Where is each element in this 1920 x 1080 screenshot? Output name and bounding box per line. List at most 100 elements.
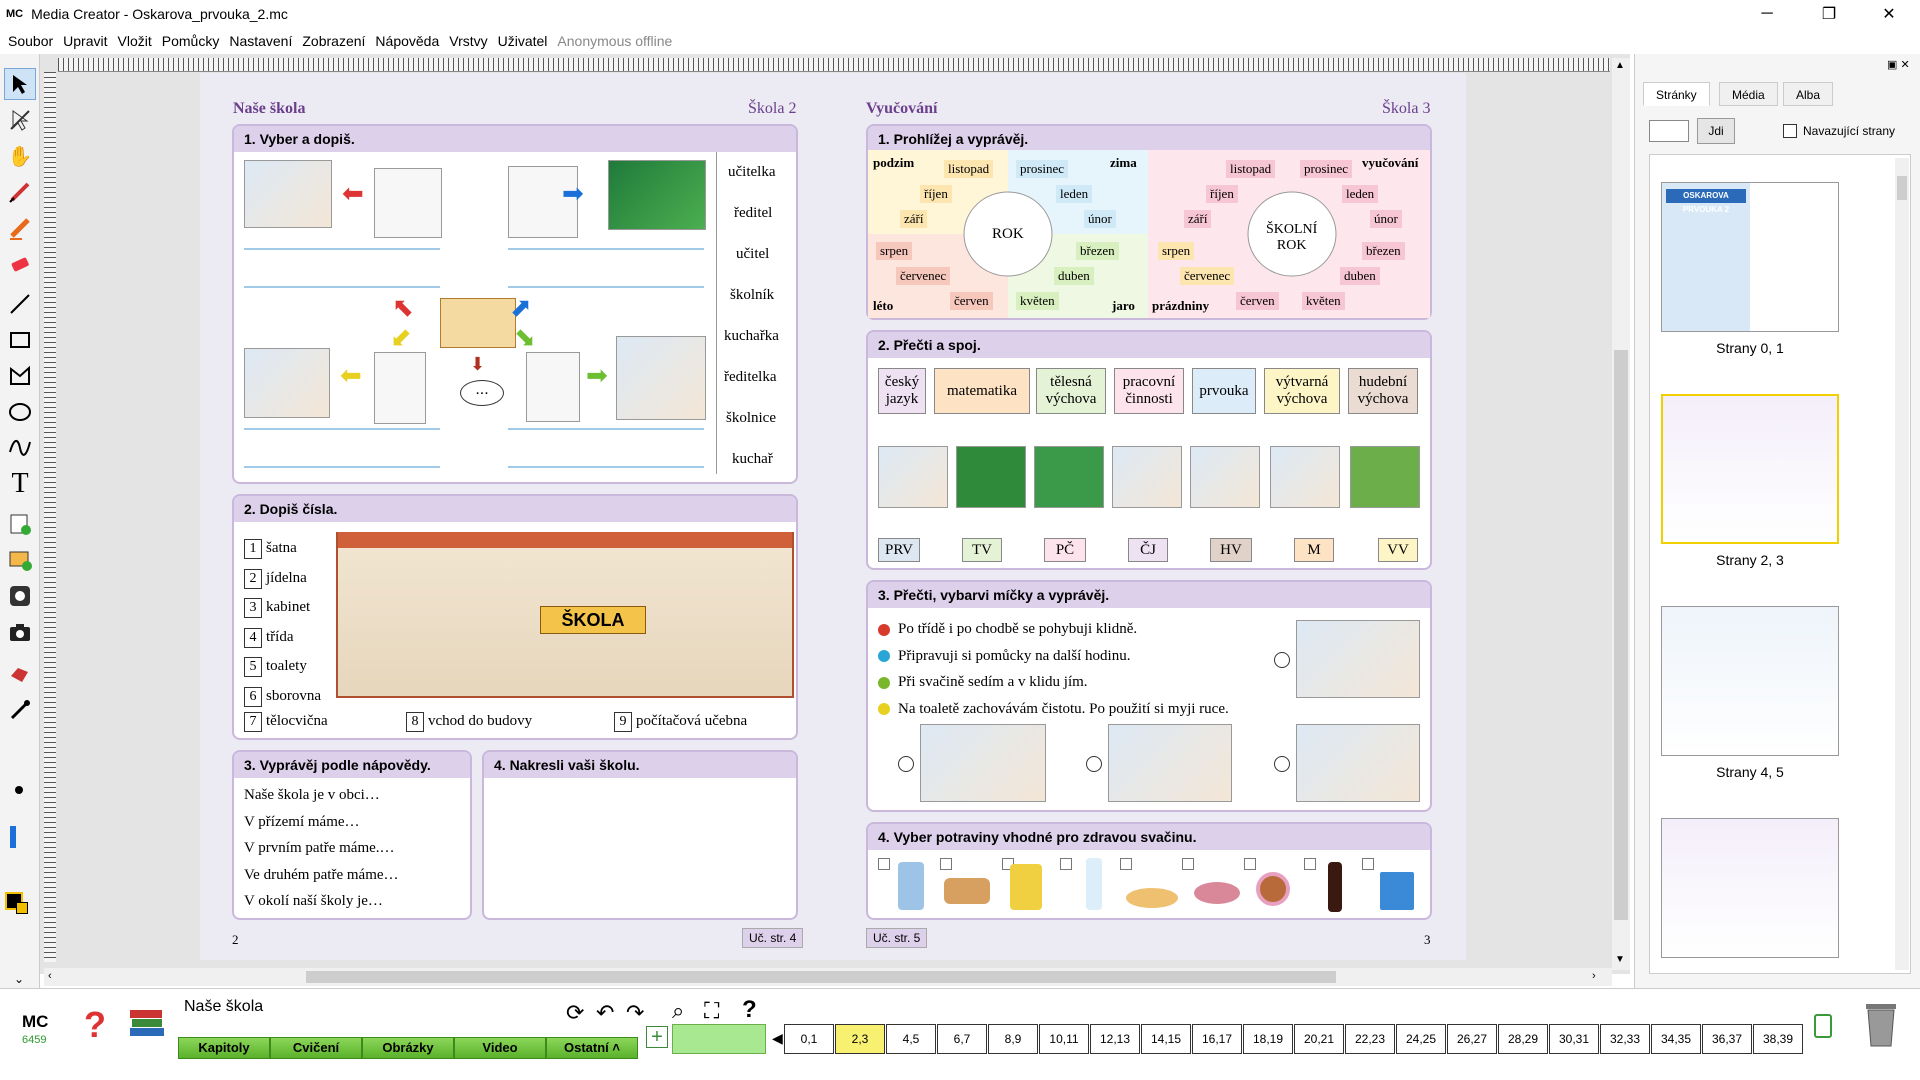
trash-icon[interactable]	[1862, 1000, 1900, 1048]
textbook-ref-left[interactable]: Uč. str. 4	[742, 928, 804, 948]
page-button[interactable]: 20,21	[1294, 1024, 1344, 1054]
scroll-left-icon[interactable]: ‹	[48, 970, 52, 982]
books-icon[interactable]	[128, 1004, 168, 1044]
spotlight-icon[interactable]	[4, 658, 36, 690]
abbr-card[interactable]: M	[1294, 538, 1334, 562]
page-button[interactable]: 16,17	[1192, 1024, 1242, 1054]
abbr-card[interactable]: HV	[1210, 538, 1252, 562]
secondary-color-swatch[interactable]	[16, 902, 28, 914]
undo-icon[interactable]: ↶	[596, 1000, 614, 1026]
page-thumbnail[interactable]: OSKAROVA PRVOUKA 2	[1661, 182, 1839, 332]
exercises-button[interactable]: Cvičení	[270, 1037, 362, 1059]
menu-uzivatel[interactable]: Uživatel	[498, 33, 548, 49]
food-checkbox[interactable]	[1120, 858, 1132, 870]
subject-card[interactable]: tělesná výchova	[1036, 368, 1106, 414]
media-icon[interactable]	[4, 580, 36, 612]
page-button[interactable]: 8,9	[988, 1024, 1038, 1054]
scroll-right-icon[interactable]: ›	[1592, 970, 1596, 982]
tab-pages[interactable]: Stránky	[1643, 82, 1710, 106]
opacity-slider[interactable]	[10, 826, 16, 848]
page-button[interactable]: 22,23	[1345, 1024, 1395, 1054]
abbr-card[interactable]: PRV	[878, 538, 920, 562]
page-button[interactable]: 34,35	[1651, 1024, 1701, 1054]
menu-soubor[interactable]: Soubor	[8, 33, 53, 49]
subject-card[interactable]: prvouka	[1192, 368, 1256, 414]
color-circle[interactable]	[1274, 756, 1290, 772]
horizontal-scroll-thumb[interactable]	[306, 971, 1336, 983]
rectangle-icon[interactable]	[4, 324, 36, 356]
continuous-checkbox[interactable]	[1783, 124, 1797, 138]
menu-napoveda[interactable]: Nápověda	[375, 33, 439, 49]
page-button[interactable]: 10,11	[1039, 1024, 1089, 1054]
abbr-card[interactable]: VV	[1378, 538, 1418, 562]
subject-card[interactable]: matematika	[934, 368, 1030, 414]
fullscreen-icon[interactable]: ⛶	[704, 998, 719, 1024]
go-button[interactable]: Jdi	[1697, 118, 1735, 144]
menu-vlozit[interactable]: Vložit	[118, 33, 152, 49]
page-button[interactable]: 6,7	[937, 1024, 987, 1054]
number-box[interactable]: 1	[244, 539, 262, 559]
page-thumbnail[interactable]	[1661, 606, 1839, 756]
food-checkbox[interactable]	[940, 858, 952, 870]
textbook-ref-right[interactable]: Uč. str. 5	[866, 928, 928, 948]
number-box[interactable]: 9	[614, 712, 632, 732]
color-circle[interactable]	[1086, 756, 1102, 772]
tab-albums[interactable]: Alba	[1783, 82, 1834, 106]
page-button[interactable]: 28,29	[1498, 1024, 1548, 1054]
help-question-icon[interactable]: ?	[72, 1004, 118, 1046]
abbr-card[interactable]: ČJ	[1128, 538, 1168, 562]
number-box[interactable]: 6	[244, 686, 262, 707]
eraser-icon[interactable]	[4, 248, 36, 280]
number-box[interactable]: 2	[244, 568, 262, 589]
menu-zobrazeni[interactable]: Zobrazení	[302, 33, 365, 49]
page-button[interactable]: 18,19	[1243, 1024, 1293, 1054]
number-box[interactable]: 7	[244, 712, 262, 732]
select-arrow-icon[interactable]	[4, 68, 36, 100]
text-icon[interactable]: T	[4, 468, 36, 500]
page-button[interactable]: 12,13	[1090, 1024, 1140, 1054]
number-box[interactable]: 8	[406, 712, 424, 732]
thumb-scroll-thumb[interactable]	[1897, 176, 1907, 200]
vertical-scroll-thumb[interactable]	[1614, 350, 1628, 920]
line-icon[interactable]	[4, 288, 36, 320]
thumb-scrollbar[interactable]	[1895, 158, 1909, 970]
page-button[interactable]: 30,31	[1549, 1024, 1599, 1054]
curve-icon[interactable]	[4, 432, 36, 464]
redo-icon[interactable]: ↷	[626, 1000, 644, 1026]
close-button[interactable]: ✕	[1866, 0, 1912, 28]
page-button[interactable]: 26,27	[1447, 1024, 1497, 1054]
polygon-icon[interactable]	[4, 360, 36, 392]
subject-card[interactable]: výtvarná výchova	[1264, 368, 1340, 414]
page-button[interactable]: 32,33	[1600, 1024, 1650, 1054]
color-circle[interactable]	[1274, 652, 1290, 668]
food-checkbox[interactable]	[1304, 858, 1316, 870]
hand-icon[interactable]: ✋	[4, 140, 36, 172]
device-icon[interactable]	[1814, 1014, 1832, 1038]
highlighter-icon[interactable]	[4, 212, 36, 244]
number-box[interactable]: 4	[244, 627, 262, 648]
abbr-card[interactable]: TV	[962, 538, 1002, 562]
expand-chevron-icon[interactable]: ⌄	[14, 972, 24, 986]
abbr-card[interactable]: PČ	[1044, 538, 1086, 562]
subject-card[interactable]: hudební výchova	[1348, 368, 1418, 414]
page-thumbnail[interactable]	[1661, 818, 1839, 958]
menu-vrstvy[interactable]: Vrstvy	[449, 33, 487, 49]
menu-nastaveni[interactable]: Nastavení	[229, 33, 292, 49]
images-button[interactable]: Obrázky	[362, 1037, 454, 1059]
maximize-button[interactable]: ❐	[1806, 0, 1852, 28]
number-box[interactable]: 3	[244, 598, 262, 618]
pointer-crossed-icon[interactable]	[4, 104, 36, 136]
number-box[interactable]: 5	[244, 657, 262, 677]
page-button-current[interactable]: 2,3	[835, 1024, 885, 1054]
page-button[interactable]: 14,15	[1141, 1024, 1191, 1054]
note-icon[interactable]	[4, 508, 36, 540]
minimize-button[interactable]: ─	[1744, 0, 1790, 28]
food-checkbox[interactable]	[1182, 858, 1194, 870]
eyedropper-icon[interactable]	[4, 694, 36, 726]
camera-icon[interactable]	[4, 616, 36, 648]
food-checkbox[interactable]	[878, 858, 890, 870]
menu-upravit[interactable]: Upravit	[63, 33, 107, 49]
color-circle[interactable]	[898, 756, 914, 772]
add-icon[interactable]: +	[646, 1026, 668, 1048]
other-button[interactable]: Ostatní ˄	[546, 1037, 638, 1059]
